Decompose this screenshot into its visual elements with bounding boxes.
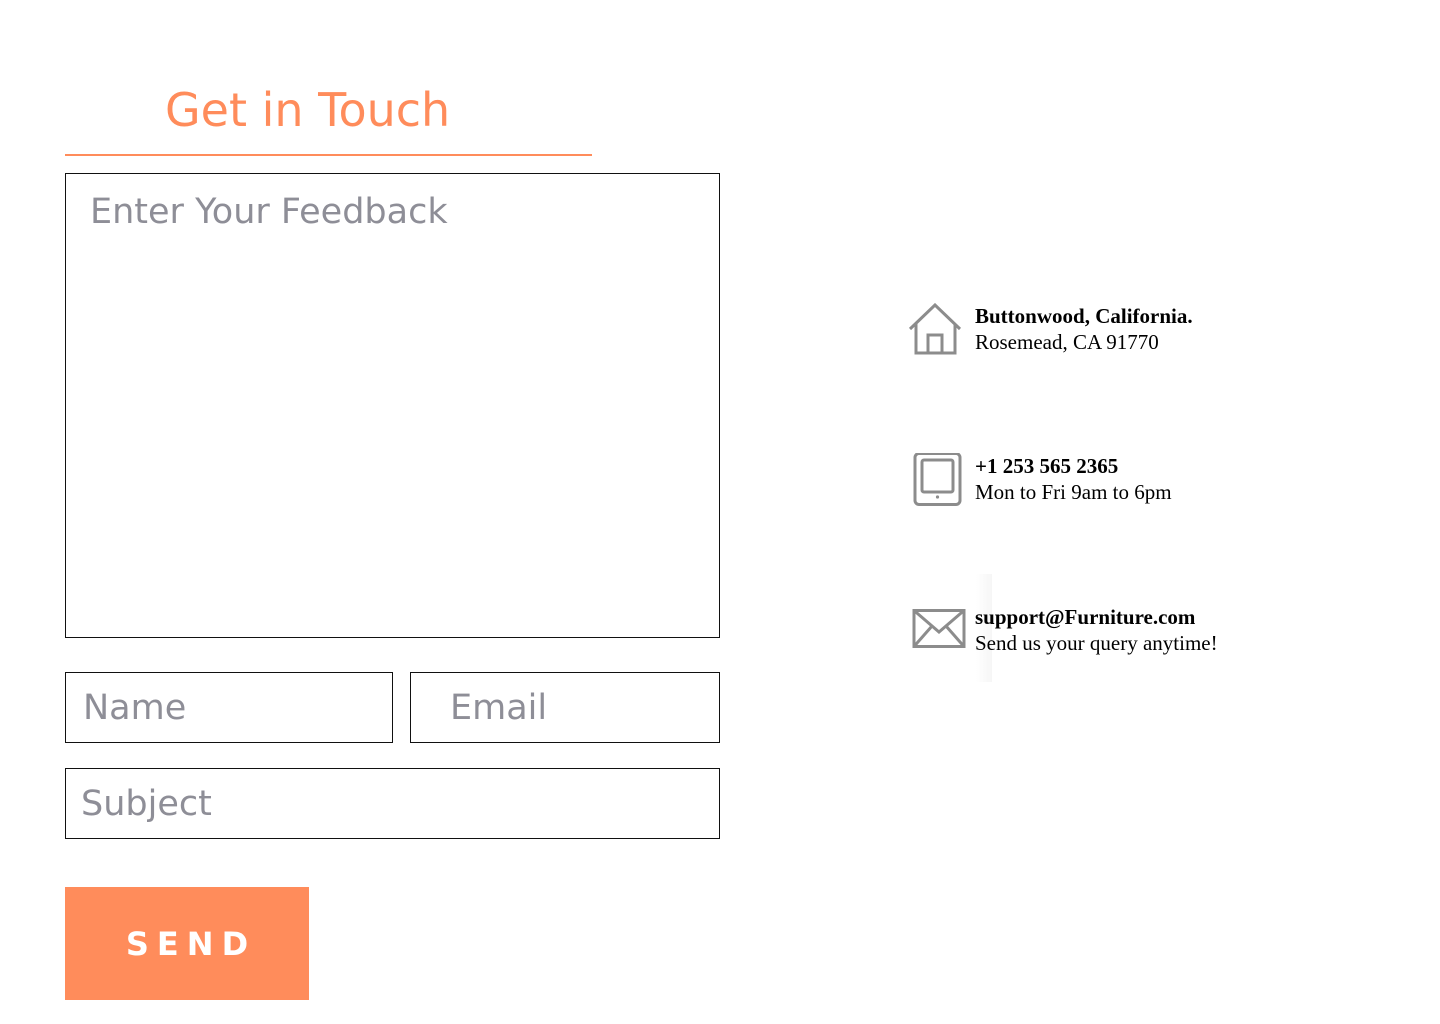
feedback-field[interactable] xyxy=(65,173,720,638)
support-email[interactable]: support@Furniture.com xyxy=(975,604,1218,630)
subject-field[interactable] xyxy=(65,768,720,839)
home-icon xyxy=(908,302,966,361)
address-city-line: Rosemead, CA 91770 xyxy=(975,330,1159,354)
phone-number: +1 253 565 2365 xyxy=(975,454,1119,478)
envelope-icon xyxy=(908,604,966,662)
email-field[interactable] xyxy=(410,672,720,743)
name-field[interactable] xyxy=(65,672,393,743)
page-title: Get in Touch xyxy=(165,83,451,137)
send-button[interactable]: SEND xyxy=(65,887,309,1000)
title-underline xyxy=(65,154,592,156)
support-note: Send us your query anytime! xyxy=(975,631,1218,655)
address-line: Buttonwood, California. xyxy=(975,304,1193,328)
phone-hours: Mon to Fri 9am to 6pm xyxy=(975,480,1172,504)
tablet-icon xyxy=(908,452,966,511)
